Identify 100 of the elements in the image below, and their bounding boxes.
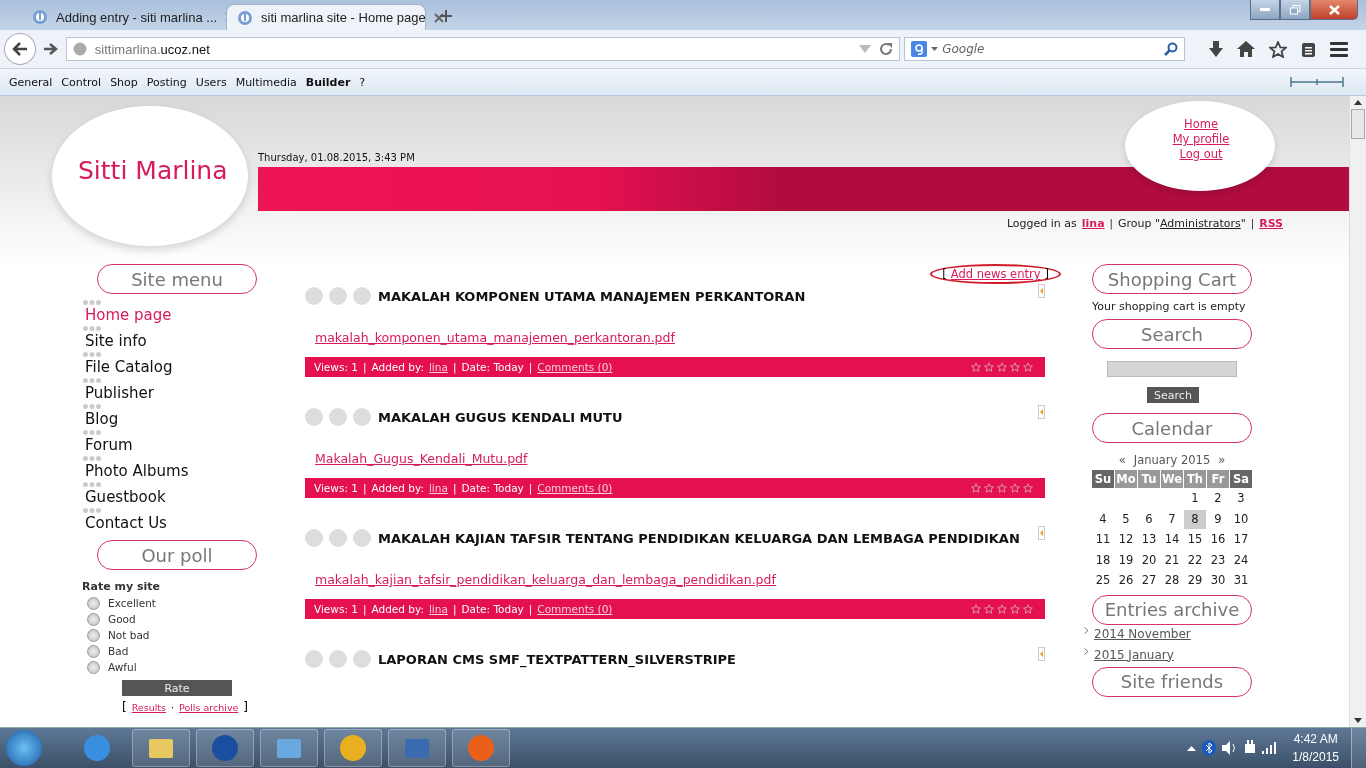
radio-button[interactable] xyxy=(87,628,100,642)
clock-time[interactable]: 4:42 AM xyxy=(1293,730,1338,748)
admin-menu-item[interactable]: Builder xyxy=(305,75,351,89)
radio-button[interactable] xyxy=(87,644,100,658)
calendar-day[interactable]: 12 xyxy=(1115,530,1137,550)
radio-button[interactable] xyxy=(87,612,100,626)
entry-meta-link[interactable]: Comments (0) xyxy=(537,482,613,494)
admin-menu-item[interactable]: ? xyxy=(359,75,366,89)
calendar-day[interactable]: 27 xyxy=(1138,571,1160,591)
clipboard-icon[interactable] xyxy=(1301,40,1316,58)
rating-star-icon[interactable] xyxy=(984,483,994,493)
power-plug-icon[interactable] xyxy=(1244,740,1257,756)
calendar-day[interactable]: 23 xyxy=(1207,550,1229,570)
site-menu-link[interactable]: Home page xyxy=(85,305,260,325)
show-desktop-button[interactable] xyxy=(1351,728,1366,768)
close-window-button[interactable] xyxy=(1310,0,1358,20)
admin-menu-item[interactable]: Users xyxy=(195,75,227,89)
bluetooth-icon[interactable] xyxy=(1202,740,1217,756)
search-icon[interactable] xyxy=(1164,42,1178,56)
menu-icon[interactable] xyxy=(1330,41,1348,57)
signal-bars-icon[interactable] xyxy=(1262,742,1279,754)
admin-menu-item[interactable]: Control xyxy=(61,75,102,89)
entry-meta-link[interactable]: Comments (0) xyxy=(537,603,613,615)
calendar-day[interactable]: 8 xyxy=(1184,509,1206,529)
rating-star-icon[interactable] xyxy=(971,604,981,614)
calendar-day[interactable]: 10 xyxy=(1230,509,1252,529)
add-entry-link[interactable]: Add news entry xyxy=(950,267,1041,281)
poll-link[interactable]: Polls archive xyxy=(179,702,239,713)
calendar-day[interactable]: 25 xyxy=(1092,571,1114,591)
calendar-day[interactable]: 24 xyxy=(1230,550,1252,570)
clock-date[interactable]: 1/8/2015 xyxy=(1292,748,1339,766)
taskbar-button[interactable] xyxy=(388,729,446,767)
rating-star-icon[interactable] xyxy=(997,604,1007,614)
admin-menu-item[interactable]: Multimedia xyxy=(235,75,297,89)
calendar-day[interactable]: 4 xyxy=(1092,509,1114,529)
calendar-day[interactable]: 14 xyxy=(1161,530,1183,550)
address-field[interactable]: sittimarlina.ucoz.net xyxy=(65,37,901,61)
new-tab-icon[interactable] xyxy=(440,10,452,22)
calendar-day[interactable]: 21 xyxy=(1161,550,1183,570)
calendar-day[interactable]: 2 xyxy=(1207,489,1229,509)
rating-star-icon[interactable] xyxy=(1023,362,1033,372)
calendar-day[interactable]: 15 xyxy=(1184,530,1206,550)
calendar-day[interactable]: 3 xyxy=(1230,489,1252,509)
rating-star-icon[interactable] xyxy=(984,362,994,372)
calendar-day[interactable]: 19 xyxy=(1115,550,1137,570)
rate-button[interactable]: Rate xyxy=(122,680,232,696)
header-link[interactable]: My profile xyxy=(1172,132,1230,147)
download-icon[interactable] xyxy=(1209,41,1223,57)
resize-handle-icon[interactable] xyxy=(1290,76,1344,88)
rating-star-icon[interactable] xyxy=(1010,604,1020,614)
header-link[interactable]: RSS xyxy=(1259,217,1283,230)
poll-link[interactable]: Results xyxy=(131,702,166,713)
admin-menu-item[interactable]: Shop xyxy=(110,75,138,89)
rating-star-icon[interactable] xyxy=(971,362,981,372)
rating-star-icon[interactable] xyxy=(1010,362,1020,372)
scroll-up-icon[interactable] xyxy=(1354,100,1362,105)
header-link[interactable]: Log out xyxy=(1179,147,1223,162)
site-menu-link[interactable]: Forum xyxy=(85,435,260,455)
scroll-down-icon[interactable] xyxy=(1354,718,1362,723)
site-menu-link[interactable]: Contact Us xyxy=(85,513,260,533)
taskbar-button[interactable] xyxy=(132,729,190,767)
close-icon[interactable] xyxy=(433,12,444,23)
admin-menu-item[interactable]: Posting xyxy=(146,75,187,89)
file-link[interactable]: makalah_kajian_tafsir_pendidikan_keluarga_dan_lembaga_pendidikan.pdf xyxy=(315,572,776,587)
calendar-day[interactable]: 30 xyxy=(1207,571,1229,591)
site-menu-link[interactable]: Publisher xyxy=(85,383,260,403)
calendar-day[interactable]: 31 xyxy=(1230,571,1252,591)
site-menu-link[interactable]: Guestbook xyxy=(85,487,260,507)
site-menu-link[interactable]: Site info xyxy=(85,331,260,351)
file-link[interactable]: Makalah_Gugus_Kendali_Mutu.pdf xyxy=(315,451,528,466)
dropdown-triangle-icon[interactable] xyxy=(931,47,939,51)
star-icon[interactable] xyxy=(1269,40,1287,58)
calendar-day[interactable]: 29 xyxy=(1184,571,1206,591)
calendar-day[interactable]: 6 xyxy=(1138,509,1160,529)
calendar-day[interactable]: 18 xyxy=(1092,550,1114,570)
minimize-button[interactable] xyxy=(1250,0,1280,20)
archive-link[interactable]: 2015 January xyxy=(1094,647,1174,662)
calendar-day[interactable]: 9 xyxy=(1207,509,1229,529)
calendar-day[interactable]: 17 xyxy=(1230,530,1252,550)
radio-button[interactable] xyxy=(87,660,100,674)
show-hidden-icons-icon[interactable] xyxy=(1187,745,1197,751)
rating-star-icon[interactable] xyxy=(984,604,994,614)
site-menu-link[interactable]: File Catalog xyxy=(85,357,260,377)
scroll-thumb[interactable] xyxy=(1351,109,1365,139)
restore-button[interactable] xyxy=(1280,0,1310,20)
calendar-day[interactable]: 11 xyxy=(1092,530,1114,550)
calendar-day[interactable]: 5 xyxy=(1115,509,1137,529)
site-menu-link[interactable]: Blog xyxy=(85,409,260,429)
header-link[interactable]: lina xyxy=(1081,217,1105,230)
scrollbar[interactable] xyxy=(1349,96,1366,727)
calendar-day[interactable]: 1 xyxy=(1184,489,1206,509)
rating-star-icon[interactable] xyxy=(997,483,1007,493)
taskbar-button[interactable] xyxy=(196,729,254,767)
calendar-day[interactable]: 16 xyxy=(1207,530,1229,550)
radio-button[interactable] xyxy=(87,596,100,610)
next-month-link[interactable]: » xyxy=(1218,453,1226,467)
search-field[interactable]: Google xyxy=(904,37,1185,61)
calendar-day[interactable]: 26 xyxy=(1115,571,1137,591)
group-link[interactable]: Administrators xyxy=(1160,217,1241,230)
search-button[interactable]: Search xyxy=(1147,387,1199,403)
